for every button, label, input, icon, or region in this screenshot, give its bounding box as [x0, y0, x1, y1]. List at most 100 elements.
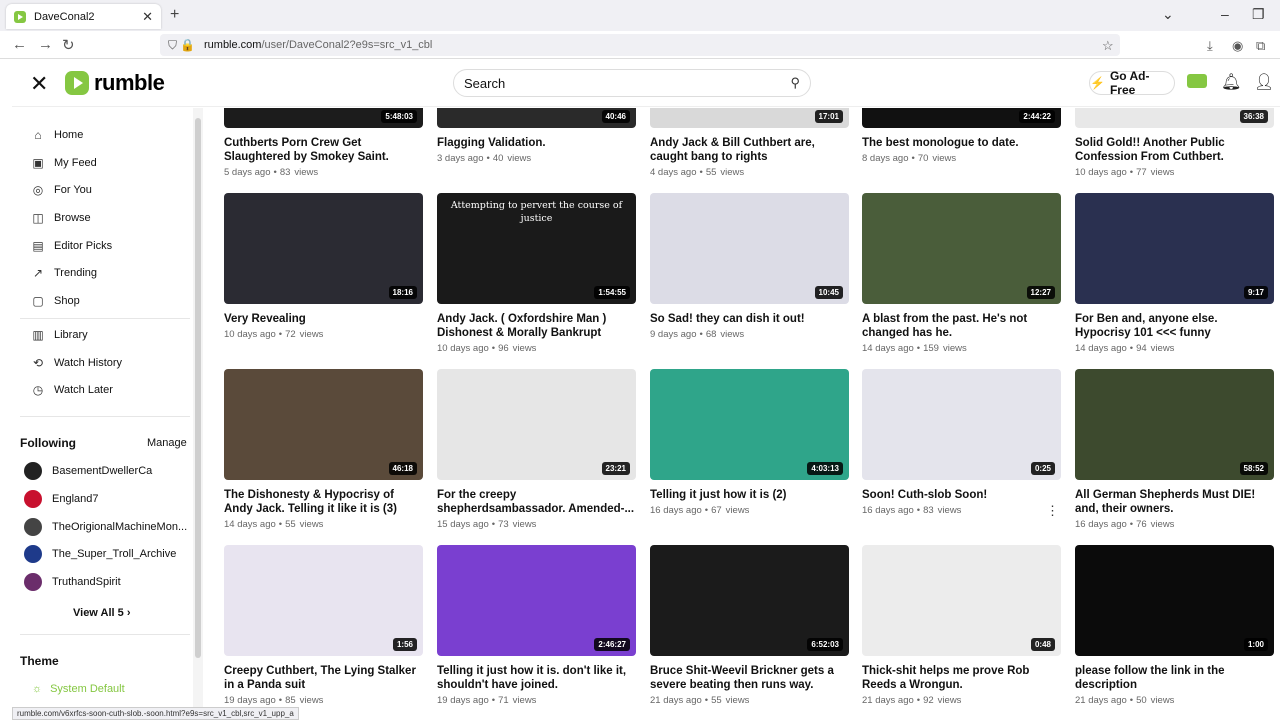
maximize-icon[interactable]: ❐: [1252, 6, 1265, 23]
video-thumbnail[interactable]: 23:21: [437, 369, 636, 480]
browser-tab[interactable]: DaveConal2 ✕: [6, 4, 161, 29]
video-title[interactable]: Telling it just how it is (2): [650, 488, 849, 502]
video-title[interactable]: A blast from the past. He's not changed …: [862, 312, 1061, 340]
search-icon[interactable]: ⚲: [790, 75, 800, 91]
video-thumbnail[interactable]: 2:46:27: [437, 545, 636, 656]
following-channel[interactable]: TruthandSpirit: [24, 573, 121, 591]
sidebar-item-watch-history[interactable]: ⟲ Watch History: [30, 353, 122, 373]
video-card[interactable]: 10:45 So Sad! they can dish it out! 9 days…: [650, 193, 849, 340]
video-thumbnail[interactable]: Attempting to pervert the course of just…: [437, 193, 636, 304]
video-thumbnail[interactable]: 12:27: [862, 193, 1061, 304]
video-thumbnail[interactable]: 9:17: [1075, 193, 1274, 304]
video-card[interactable]: 0:48 Thick-shit helps me prove Rob Reeds …: [862, 545, 1061, 706]
extensions-icon[interactable]: ⧉: [1256, 38, 1265, 54]
following-channel[interactable]: BasementDwellerCa: [24, 462, 152, 480]
video-card[interactable]: 9:17 For Ben and, anyone else. Hypocrisy …: [1075, 193, 1274, 354]
video-card[interactable]: 18:16 Very Revealing 10 days ago • 72 views: [224, 193, 423, 340]
download-icon[interactable]: ⤓: [1207, 38, 1213, 54]
video-title[interactable]: Andy Jack & Bill Cuthbert are, caught ba…: [650, 136, 849, 164]
sidebar-scrollbar-thumb[interactable]: [195, 118, 201, 658]
tab-list-chevron-icon[interactable]: ⌄: [1162, 6, 1174, 23]
video-title[interactable]: So Sad! they can dish it out!: [650, 312, 849, 326]
video-card[interactable]: 2:44:22 The best monologue to date. 8 days…: [862, 108, 1061, 164]
sidebar-item-for-you[interactable]: ◎ For You: [30, 180, 92, 200]
video-title[interactable]: Soon! Cuth-slob Soon!: [862, 488, 1061, 502]
minimize-icon[interactable]: –: [1221, 6, 1229, 22]
video-thumbnail[interactable]: 46:18: [224, 369, 423, 480]
sidebar-item-shop[interactable]: ▢ Shop: [30, 291, 79, 311]
notifications-bell-icon[interactable]: 🔔︎: [1221, 72, 1241, 92]
video-thumbnail[interactable]: 18:16: [224, 193, 423, 304]
video-title[interactable]: The Dishonesty & Hypocrisy of Andy Jack.…: [224, 488, 423, 516]
rumble-logo[interactable]: rumble: [65, 70, 165, 96]
following-channel[interactable]: The_Super_Troll_Archive: [24, 545, 176, 563]
forward-icon[interactable]: →: [38, 36, 53, 53]
video-card[interactable]: 23:21 For the creepy shepherdsambassador.…: [437, 369, 636, 530]
video-thumbnail[interactable]: 0:48: [862, 545, 1061, 656]
sidebar-item-home[interactable]: ⌂ Home: [30, 125, 83, 145]
video-title[interactable]: Very Revealing: [224, 312, 423, 326]
video-card[interactable]: 2:46:27 Telling it just how it is. don't …: [437, 545, 636, 706]
video-thumbnail[interactable]: 58:52: [1075, 369, 1274, 480]
video-thumbnail[interactable]: 6:52:03: [650, 545, 849, 656]
video-card[interactable]: 1:56 Creepy Cuthbert, The Lying Stalker i…: [224, 545, 423, 706]
video-card[interactable]: 58:52 All German Shepherds Must DIE! and,…: [1075, 369, 1274, 530]
sidebar-item-my-feed[interactable]: ▣ My Feed: [30, 153, 96, 173]
account-icon[interactable]: ◉: [1232, 38, 1243, 54]
video-title[interactable]: For the creepy shepherdsambassador. Amen…: [437, 488, 636, 516]
upload-video-icon[interactable]: [1187, 74, 1207, 88]
video-title[interactable]: Bruce Shit-Weevil Brickner gets a severe…: [650, 664, 849, 692]
video-thumbnail[interactable]: 5:48:03: [224, 108, 423, 128]
video-title[interactable]: please follow the link in the descriptio…: [1075, 664, 1274, 692]
video-thumbnail[interactable]: 10:45: [650, 193, 849, 304]
following-channel[interactable]: England7: [24, 490, 99, 508]
theme-system-default[interactable]: ☼ System Default: [32, 683, 125, 695]
video-card[interactable]: 5:48:03 Cuthberts Porn Crew Get Slaughter…: [224, 108, 423, 178]
following-channel[interactable]: TheOrigionalMachineMon...: [24, 518, 187, 536]
video-thumbnail[interactable]: 1:00: [1075, 545, 1274, 656]
video-title[interactable]: All German Shepherds Must DIE! and, thei…: [1075, 488, 1274, 516]
user-profile-icon[interactable]: 👤︎: [1254, 72, 1274, 92]
video-card[interactable]: 46:18 The Dishonesty & Hypocrisy of Andy …: [224, 369, 423, 530]
video-title[interactable]: Cuthberts Porn Crew Get Slaughtered by S…: [224, 136, 423, 164]
video-title[interactable]: For Ben and, anyone else. Hypocrisy 101 …: [1075, 312, 1274, 340]
video-card[interactable]: 6:52:03 Bruce Shit-Weevil Brickner gets a…: [650, 545, 849, 706]
sidebar-item-editor-picks[interactable]: ▤ Editor Picks: [30, 236, 112, 256]
video-title[interactable]: Thick-shit helps me prove Rob Reeds a Wr…: [862, 664, 1061, 692]
sidebar-item-library[interactable]: ▥ Library: [30, 325, 87, 345]
video-thumbnail[interactable]: 4:03:13: [650, 369, 849, 480]
video-card[interactable]: Attempting to pervert the course of just…: [437, 193, 636, 354]
video-title[interactable]: Andy Jack. ( Oxfordshire Man ) Dishonest…: [437, 312, 636, 340]
video-thumbnail[interactable]: 40:46: [437, 108, 636, 128]
video-title[interactable]: Solid Gold!! Another Public Confession F…: [1075, 136, 1274, 164]
manage-link[interactable]: Manage: [147, 437, 187, 449]
sidebar-item-browse[interactable]: ◫ Browse: [30, 208, 90, 228]
search-input[interactable]: Search ⚲: [453, 69, 811, 97]
video-card[interactable]: 12:27 A blast from the past. He's not cha…: [862, 193, 1061, 354]
video-card[interactable]: 40:46 Flagging Validation. 3 days ago • 40 vi…: [437, 108, 636, 164]
back-icon[interactable]: ←: [12, 36, 27, 53]
video-thumbnail[interactable]: 2:44:22: [862, 108, 1061, 128]
video-title[interactable]: Creepy Cuthbert, The Lying Stalker in a …: [224, 664, 423, 692]
url-field[interactable]: ⛉ 🔒 rumble.com/user/DaveConal2?e9s=src_v…: [160, 34, 1120, 56]
video-thumbnail[interactable]: 0:25: [862, 369, 1061, 480]
new-tab-icon[interactable]: +: [170, 6, 179, 24]
video-card[interactable]: 17:01 Andy Jack & Bill Cuthbert are, caug…: [650, 108, 849, 178]
reload-icon[interactable]: ↻: [62, 36, 75, 54]
video-title[interactable]: The best monologue to date.: [862, 136, 1061, 150]
video-title[interactable]: Flagging Validation.: [437, 136, 636, 150]
close-menu-icon[interactable]: ✕: [30, 71, 48, 97]
video-card[interactable]: 1:00 please follow the link in the descri…: [1075, 545, 1274, 706]
video-title[interactable]: Telling it just how it is. don't like it…: [437, 664, 636, 692]
view-all-following-link[interactable]: View All 5 ›: [73, 607, 130, 619]
tab-close-icon[interactable]: ✕: [142, 9, 153, 25]
video-thumbnail[interactable]: 1:56: [224, 545, 423, 656]
video-card[interactable]: 36:38 Solid Gold!! Another Public Confess…: [1075, 108, 1274, 178]
go-ad-free-button[interactable]: ⚡ Go Ad-Free: [1089, 69, 1175, 97]
sidebar-item-trending[interactable]: ↗ Trending: [30, 263, 97, 283]
video-card[interactable]: 4:03:13 Telling it just how it is (2) 16 d…: [650, 369, 849, 516]
more-options-icon[interactable]: ⋮: [1046, 503, 1059, 519]
video-card[interactable]: 0:25 Soon! Cuth-slob Soon! 16 days ago • 83 v…: [862, 369, 1061, 516]
sidebar-item-watch-later[interactable]: ◷ Watch Later: [30, 380, 113, 400]
bookmark-star-icon[interactable]: ☆: [1102, 38, 1114, 54]
